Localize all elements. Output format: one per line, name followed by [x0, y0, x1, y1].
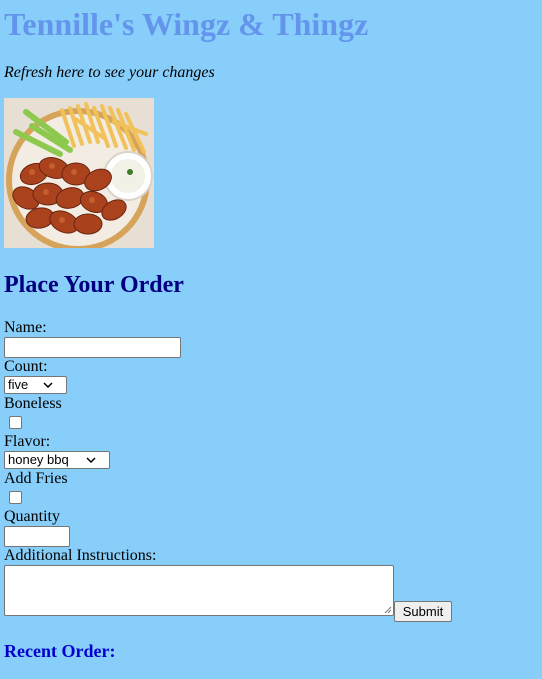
- count-select[interactable]: five: [4, 376, 67, 394]
- instructions-label: Additional Instructions:: [4, 547, 157, 564]
- boneless-label: Boneless: [4, 395, 62, 412]
- resize-grip-icon[interactable]: [384, 606, 392, 614]
- flavor-select-value: honey bbq: [8, 452, 69, 467]
- fries-checkbox[interactable]: [9, 491, 22, 504]
- order-heading: Place Your Order: [4, 272, 184, 298]
- quantity-label: Quantity: [4, 508, 60, 525]
- instructions-textarea[interactable]: [4, 565, 394, 616]
- site-title: Tennille's Wingz & Thingz: [4, 6, 369, 42]
- flavor-select[interactable]: honey bbq: [4, 451, 110, 469]
- name-input[interactable]: [4, 337, 181, 358]
- quantity-input[interactable]: [4, 526, 70, 547]
- flavor-label: Flavor:: [4, 433, 51, 450]
- fries-label: Add Fries: [4, 470, 68, 487]
- count-label: Count:: [4, 358, 48, 375]
- hero-image: [4, 98, 154, 248]
- name-label: Name:: [4, 319, 47, 336]
- count-select-value: five: [8, 377, 29, 392]
- recent-order-heading: Recent Order:: [4, 641, 116, 661]
- boneless-checkbox[interactable]: [9, 416, 22, 429]
- wings-plate-illustration: [4, 98, 154, 248]
- submit-button[interactable]: Submit: [394, 601, 452, 622]
- refresh-note[interactable]: Refresh here to see your changes: [4, 64, 215, 82]
